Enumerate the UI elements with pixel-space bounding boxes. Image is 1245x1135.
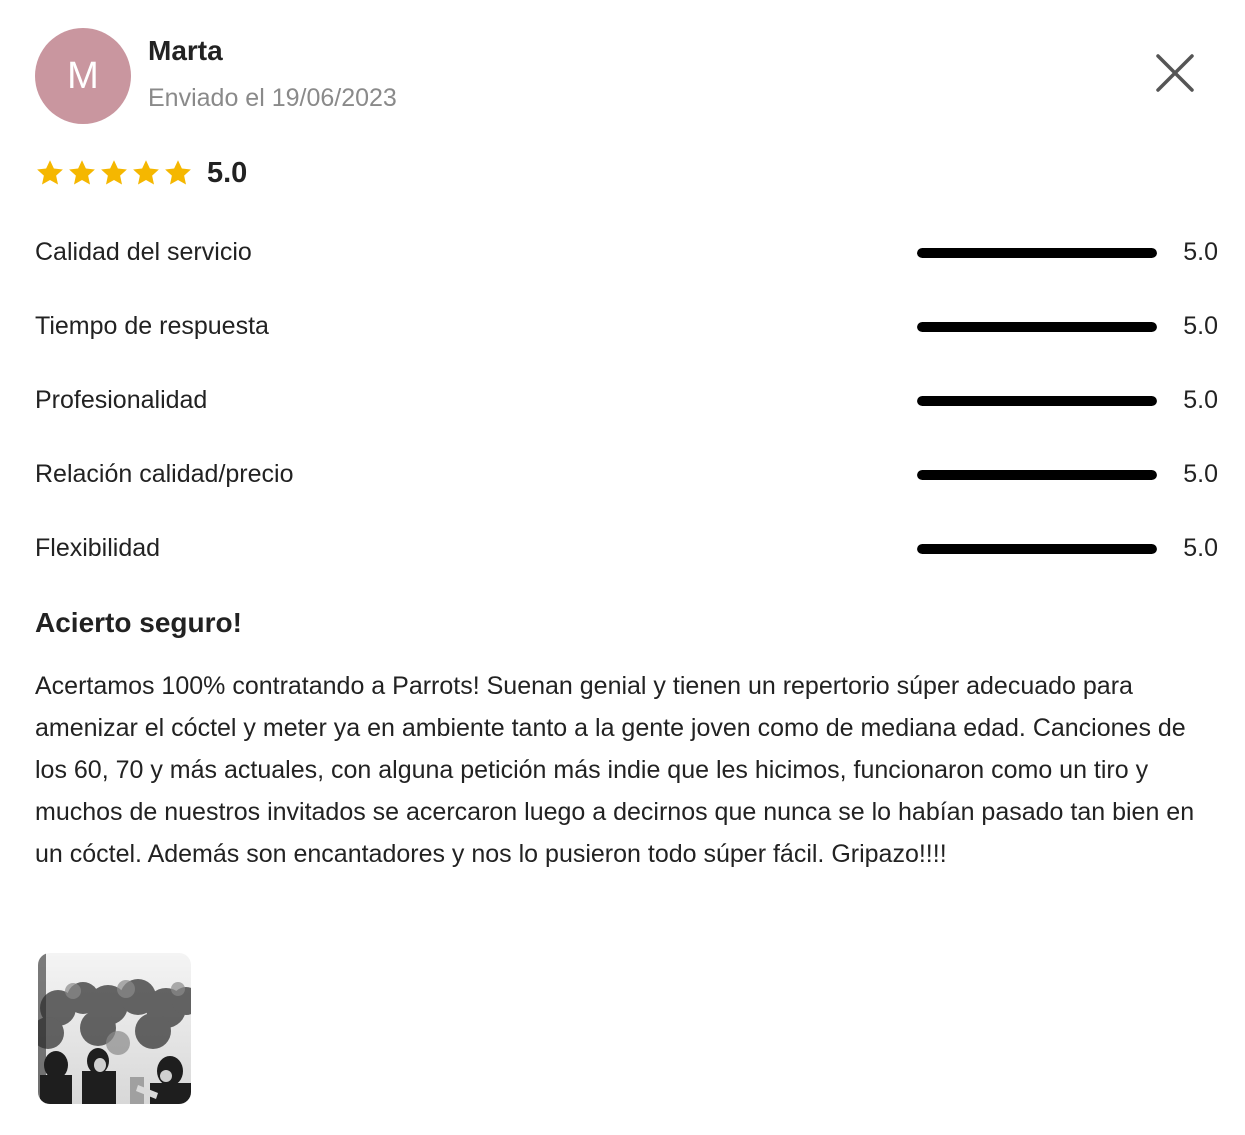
criterion-bar-fill [917,470,1157,480]
criterion-label: Relación calidad/precio [35,460,294,488]
avatar: M [35,28,131,124]
criterion-bar-fill [917,396,1157,406]
criterion-score: 5.0 [1183,386,1218,414]
criterion-bar [917,396,1157,406]
review-title: Acierto seguro! [35,607,242,638]
star-icon [133,160,159,185]
criterion-score: 5.0 [1183,460,1218,488]
rating-criterion: Calidad del servicio 5.0 [35,222,1220,296]
rating-criterion: Flexibilidad 5.0 [35,518,1220,592]
star-rating [35,158,195,188]
rating-criteria: Calidad del servicio 5.0 Tiempo de respues… [35,222,1220,592]
criterion-bar [917,470,1157,480]
criterion-score: 5.0 [1183,312,1218,340]
author-name: Marta [148,35,223,66]
rating-criterion: Profesionalidad 5.0 [35,370,1220,444]
star-icon [165,160,191,185]
criterion-bar [917,544,1157,554]
review-body: Acertamos 100% contratando a Parrots! Su… [35,672,1195,868]
criterion-bar [917,322,1157,332]
close-button[interactable] [1148,46,1202,100]
review-photo-thumbnail[interactable] [38,953,191,1104]
photo-image [38,953,191,1104]
criterion-label: Calidad del servicio [35,238,252,266]
rating-criterion: Relación calidad/precio 5.0 [35,444,1220,518]
overall-score: 5.0 [207,156,248,189]
star-icon [69,160,95,185]
star-icon [37,160,63,185]
criterion-bar-fill [917,544,1157,554]
criterion-bar-fill [917,248,1157,258]
criterion-label: Flexibilidad [35,534,161,562]
rating-criterion: Tiempo de respuesta 5.0 [35,296,1220,370]
criterion-bar [917,248,1157,258]
criterion-label: Tiempo de respuesta [35,312,269,340]
star-icon [101,160,127,185]
criterion-score: 5.0 [1183,238,1218,266]
sent-date: Enviado el 19/06/2023 [148,84,397,112]
criterion-score: 5.0 [1183,534,1218,562]
overall-rating: 5.0 [35,154,247,192]
avatar-initial: M [67,54,99,97]
close-icon [1156,54,1194,92]
criterion-label: Profesionalidad [35,386,208,414]
criterion-bar-fill [917,322,1157,332]
